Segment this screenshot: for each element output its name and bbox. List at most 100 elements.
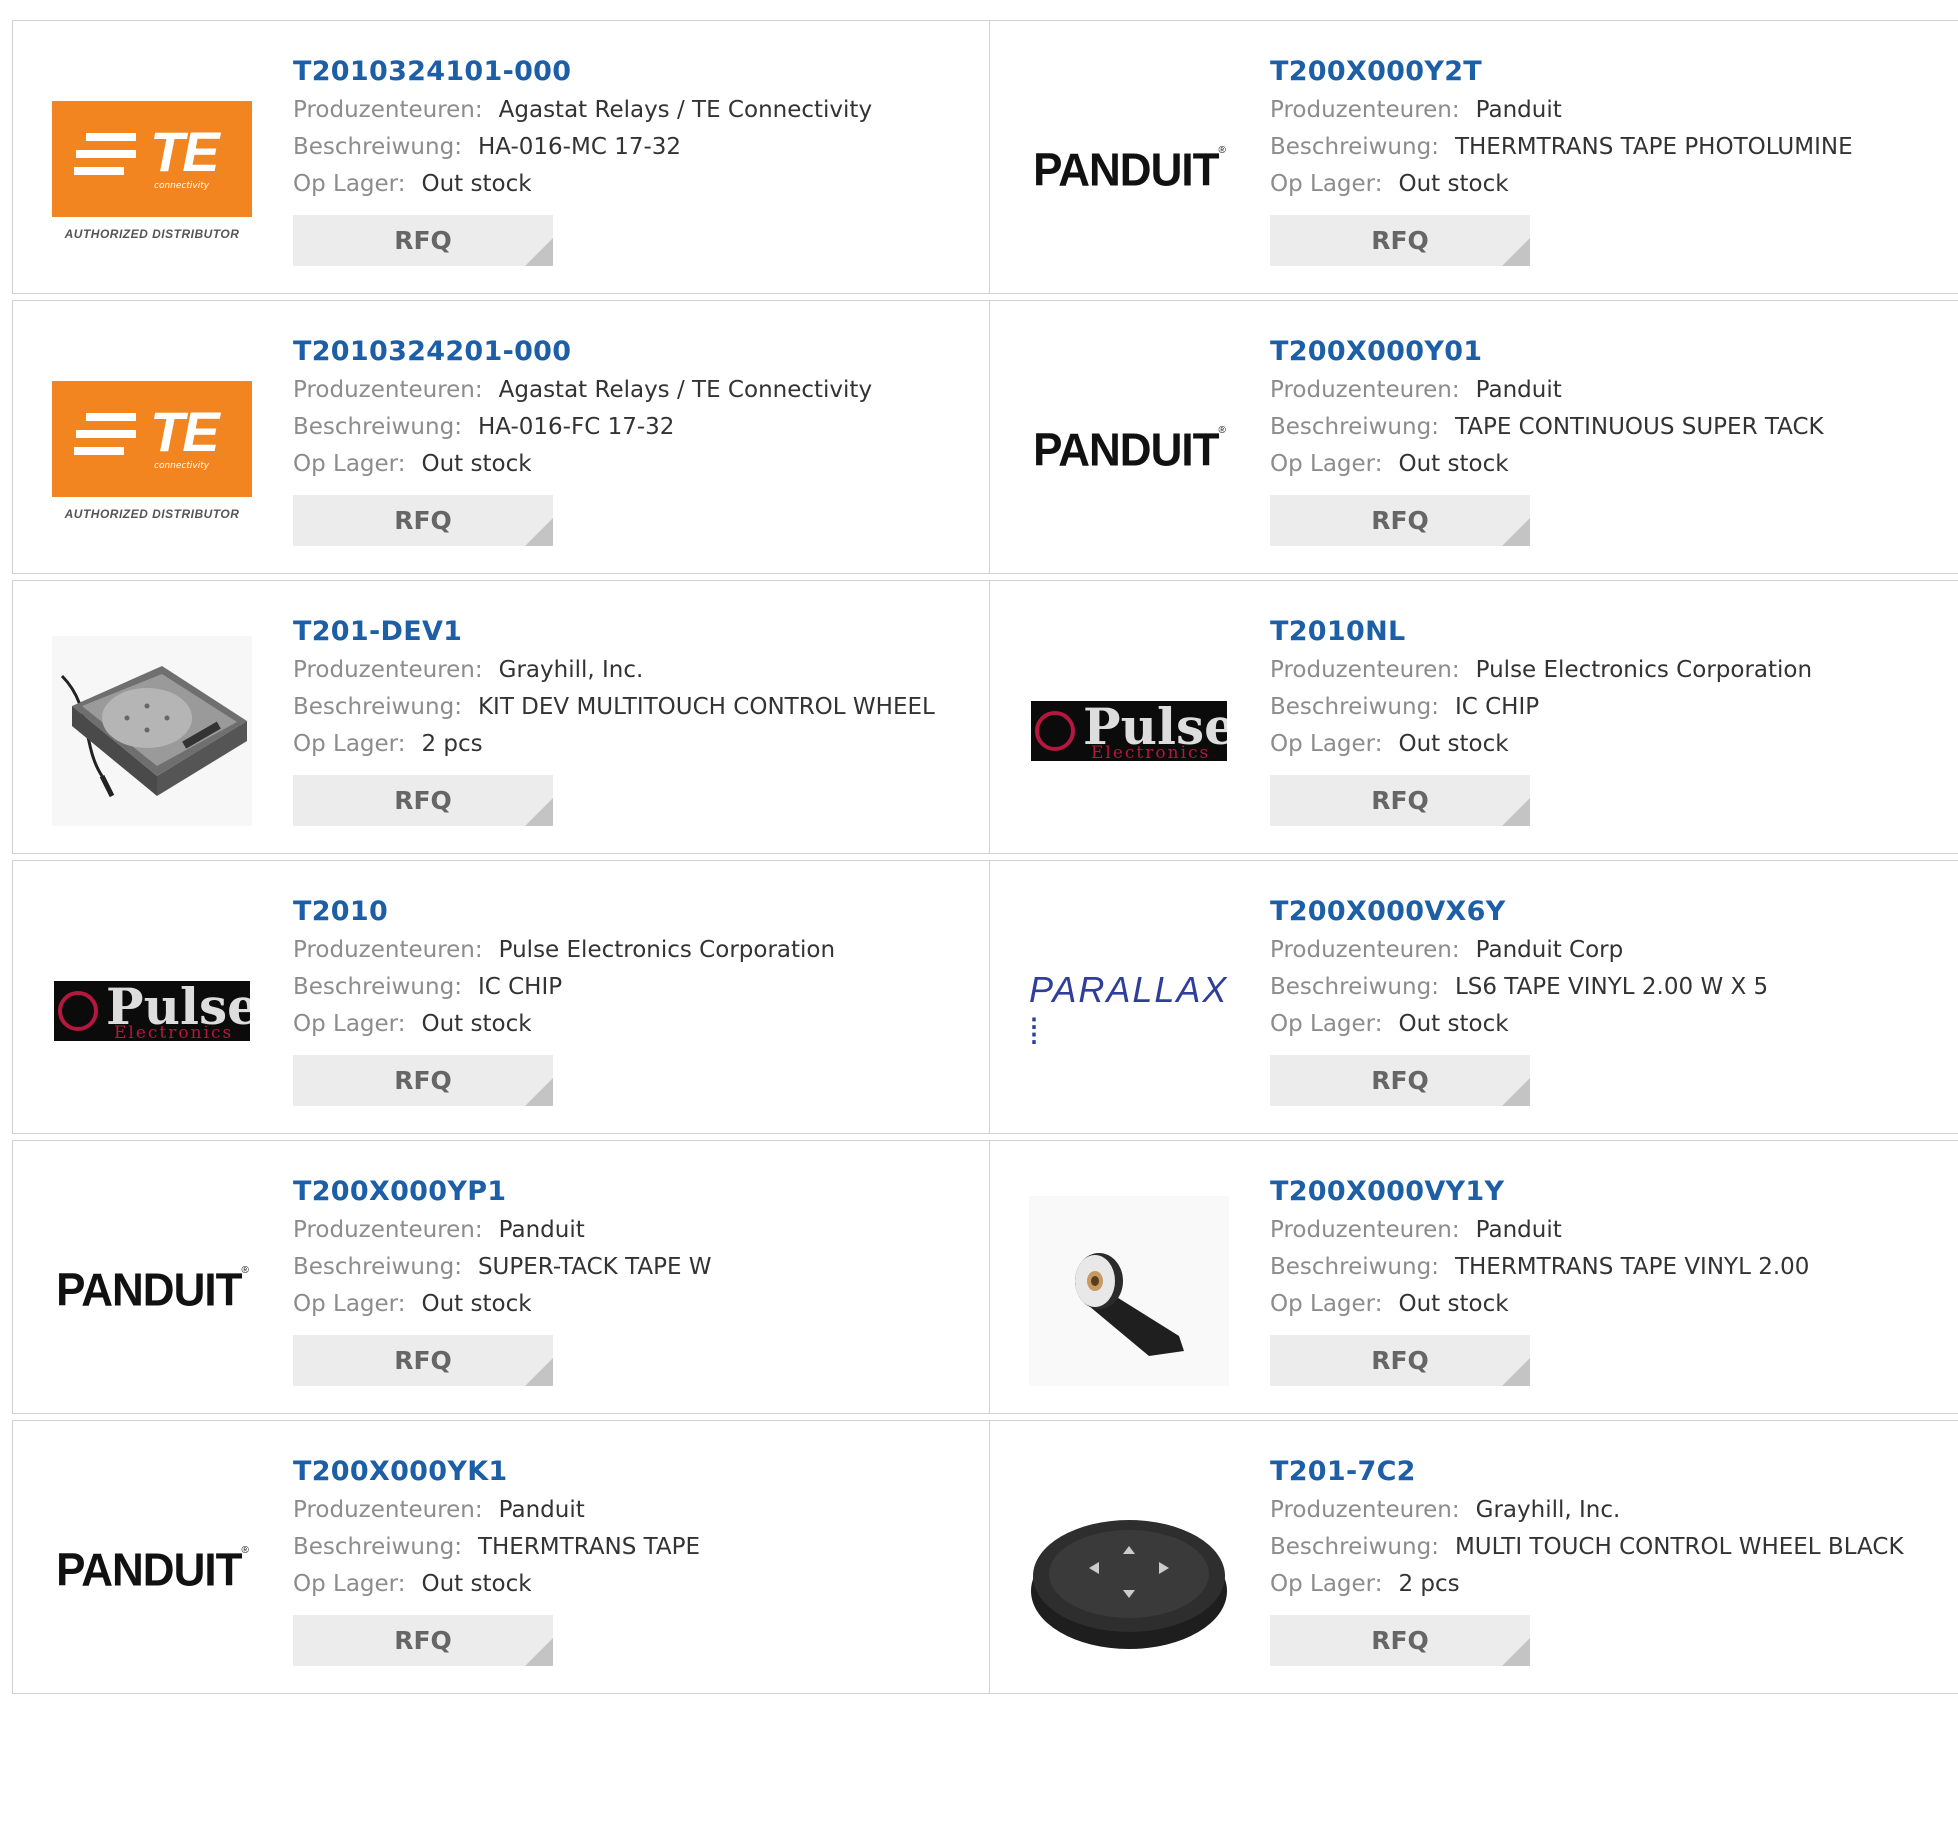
rfq-button[interactable]: RFQ [1270, 495, 1530, 546]
product-logo[interactable]: Pulse Electronics [1029, 636, 1229, 826]
product-row: PANDUIT® T200X000YK1 Produzenteuren: Pandu… [12, 1420, 1958, 1694]
manufacturer-line: Produzenteuren: Panduit [1270, 1212, 1950, 1249]
description-line: Beschreiwung: SUPER-TACK TAPE W [293, 1249, 973, 1286]
part-number-link[interactable]: T2010NL [1270, 612, 1950, 652]
part-number-link[interactable]: T200X000Y2T [1270, 52, 1950, 92]
product-card: Pulse Electronics T2010 Produzenteuren: Pu… [12, 860, 991, 1134]
product-logo[interactable]: TE connectivity AUTHORIZED DISTRIBUTOR [52, 76, 252, 266]
product-logo[interactable]: PANDUIT® [1029, 356, 1229, 546]
description-value: MULTI TOUCH CONTROL WHEEL BLACK [1454, 1534, 1904, 1560]
stock-value: Out stock [1398, 1291, 1509, 1317]
description-value: THERMTRANS TAPE VINYL 2.00 [1454, 1254, 1810, 1280]
rfq-label: RFQ [394, 226, 452, 255]
part-number-link[interactable]: T201-DEV1 [293, 612, 973, 652]
manufacturer-value: Pulse Electronics Corporation [498, 937, 836, 963]
description-line: Beschreiwung: MULTI TOUCH CONTROL WHEEL B… [1270, 1529, 1950, 1566]
product-logo[interactable]: TE connectivity AUTHORIZED DISTRIBUTOR [52, 356, 252, 546]
manufacturer-value: Agastat Relays / TE Connectivity [498, 97, 873, 123]
stock-line: Op Lager: Out stock [1270, 726, 1950, 763]
manufacturer-label: Produzenteuren: [293, 657, 483, 683]
product-logo[interactable]: Pulse Electronics [52, 916, 252, 1106]
product-logo[interactable]: PANDUIT® [52, 1196, 252, 1386]
part-number-link[interactable]: T200X000YK1 [293, 1452, 973, 1492]
manufacturer-value: Grayhill, Inc. [498, 657, 644, 683]
description-label: Beschreiwung: [293, 694, 462, 720]
rfq-button[interactable]: RFQ [293, 775, 553, 826]
rfq-button[interactable]: RFQ [293, 495, 553, 546]
product-card: PANDUIT® T200X000Y2T Produzenteuren: Pandu… [989, 20, 1958, 294]
description-line: Beschreiwung: THERMTRANS TAPE [293, 1529, 973, 1566]
corner-triangle-icon [525, 798, 553, 826]
rfq-button[interactable]: RFQ [1270, 1615, 1530, 1666]
part-number-link[interactable]: T200X000YP1 [293, 1172, 973, 1212]
pulse-electronics-logo: Pulse Electronics [1031, 701, 1227, 761]
stock-label: Op Lager: [1270, 1571, 1383, 1597]
description-value: THERMTRANS TAPE PHOTOLUMINE [1454, 134, 1853, 160]
manufacturer-label: Produzenteuren: [1270, 937, 1460, 963]
stock-label: Op Lager: [1270, 1291, 1383, 1317]
rfq-button[interactable]: RFQ [293, 1055, 553, 1106]
product-card: T201-7C2 Produzenteuren: Grayhill, Inc. Bes… [989, 1420, 1958, 1694]
te-connectivity-logo: TE connectivity AUTHORIZED DISTRIBUTOR [52, 381, 252, 521]
manufacturer-label: Produzenteuren: [1270, 657, 1460, 683]
product-logo[interactable] [52, 636, 252, 826]
rfq-label: RFQ [394, 1346, 452, 1375]
stock-label: Op Lager: [293, 171, 406, 197]
corner-triangle-icon [525, 1358, 553, 1386]
description-value: LS6 TAPE VINYL 2.00 W X 5 [1454, 974, 1769, 1000]
manufacturer-line: Produzenteuren: Agastat Relays / TE Conne… [293, 372, 973, 409]
rfq-label: RFQ [1371, 1346, 1429, 1375]
part-number-link[interactable]: T200X000VX6Y [1270, 892, 1950, 932]
rfq-button[interactable]: RFQ [293, 1615, 553, 1666]
stock-line: Op Lager: Out stock [1270, 1286, 1950, 1323]
product-logo[interactable]: PANDUIT® [1029, 76, 1229, 266]
product-logo[interactable]: PANDUIT® [52, 1476, 252, 1666]
rfq-button[interactable]: RFQ [293, 1335, 553, 1386]
stock-label: Op Lager: [293, 1571, 406, 1597]
manufacturer-label: Produzenteuren: [293, 97, 483, 123]
stock-value: Out stock [421, 1291, 532, 1317]
product-logo[interactable]: PARALLAX ⁞ [1029, 916, 1229, 1106]
part-number-link[interactable]: T200X000VY1Y [1270, 1172, 1950, 1212]
product-card: Pulse Electronics T2010NL Produzenteuren:… [989, 580, 1958, 854]
rfq-button[interactable]: RFQ [1270, 215, 1530, 266]
corner-triangle-icon [525, 1078, 553, 1106]
corner-triangle-icon [525, 238, 553, 266]
stock-label: Op Lager: [1270, 731, 1383, 757]
stock-line: Op Lager: Out stock [293, 166, 973, 203]
manufacturer-value: Panduit [1475, 377, 1562, 403]
rfq-button[interactable]: RFQ [293, 215, 553, 266]
rfq-button[interactable]: RFQ [1270, 1055, 1530, 1106]
manufacturer-label: Produzenteuren: [1270, 1217, 1460, 1243]
panduit-logo: PANDUIT® [1033, 144, 1226, 197]
manufacturer-line: Produzenteuren: Grayhill, Inc. [1270, 1492, 1950, 1529]
stock-label: Op Lager: [293, 1011, 406, 1037]
te-connectivity-logo: TE connectivity AUTHORIZED DISTRIBUTOR [52, 101, 252, 241]
part-number-link[interactable]: T200X000Y01 [1270, 332, 1950, 372]
stock-label: Op Lager: [1270, 451, 1383, 477]
description-line: Beschreiwung: IC CHIP [293, 969, 973, 1006]
manufacturer-line: Produzenteuren: Panduit [293, 1212, 973, 1249]
part-number-link[interactable]: T2010 [293, 892, 973, 932]
rfq-button[interactable]: RFQ [1270, 775, 1530, 826]
part-number-link[interactable]: T2010324201-000 [293, 332, 973, 372]
product-row: PANDUIT® T200X000YP1 Produzenteuren: Pandu… [12, 1140, 1958, 1414]
stock-value: Out stock [1398, 1011, 1509, 1037]
stock-line: Op Lager: 2 pcs [293, 726, 973, 763]
stock-label: Op Lager: [1270, 171, 1383, 197]
manufacturer-value: Panduit [1475, 97, 1562, 123]
manufacturer-value: Panduit [498, 1217, 585, 1243]
product-logo[interactable] [1029, 1196, 1229, 1386]
stock-line: Op Lager: Out stock [293, 446, 973, 483]
manufacturer-label: Produzenteuren: [293, 937, 483, 963]
stock-value: Out stock [1398, 451, 1509, 477]
part-number-link[interactable]: T2010324101-000 [293, 52, 973, 92]
product-card: PANDUIT® T200X000YP1 Produzenteuren: Pandu… [12, 1140, 991, 1414]
part-number-link[interactable]: T201-7C2 [1270, 1452, 1950, 1492]
description-label: Beschreiwung: [293, 134, 462, 160]
manufacturer-label: Produzenteuren: [293, 1217, 483, 1243]
description-line: Beschreiwung: HA-016-MC 17-32 [293, 129, 973, 166]
rfq-button[interactable]: RFQ [1270, 1335, 1530, 1386]
corner-triangle-icon [1502, 1358, 1530, 1386]
product-logo[interactable] [1029, 1476, 1229, 1666]
